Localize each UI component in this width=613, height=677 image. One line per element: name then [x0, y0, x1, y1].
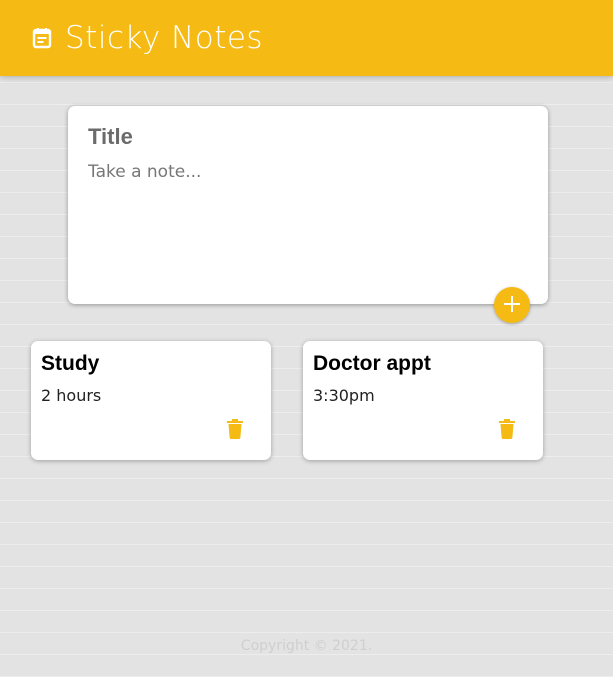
note-title: Doctor appt	[313, 352, 431, 375]
note-title: Study	[41, 352, 100, 375]
add-note-button[interactable]	[494, 287, 530, 323]
copyright-text: Copyright © 2021.	[240, 638, 373, 654]
note-card: Study 2 hours	[31, 341, 271, 460]
note-content: 2 hours	[41, 386, 102, 405]
note-card: Doctor appt 3:30pm	[303, 341, 543, 460]
trash-icon	[499, 418, 515, 442]
notes-icon	[32, 27, 52, 49]
plus-icon	[503, 295, 521, 316]
note-content: 3:30pm	[313, 386, 375, 405]
trash-icon	[227, 418, 243, 442]
delete-note-button[interactable]	[495, 418, 519, 442]
footer: Copyright © 2021.	[0, 638, 613, 654]
app-title: Sticky Notes	[65, 20, 264, 56]
note-content-input[interactable]	[88, 162, 528, 272]
delete-note-button[interactable]	[223, 418, 247, 442]
app-header: Sticky Notes	[0, 0, 613, 76]
note-title-input[interactable]	[88, 124, 528, 150]
create-note-form	[68, 106, 548, 304]
